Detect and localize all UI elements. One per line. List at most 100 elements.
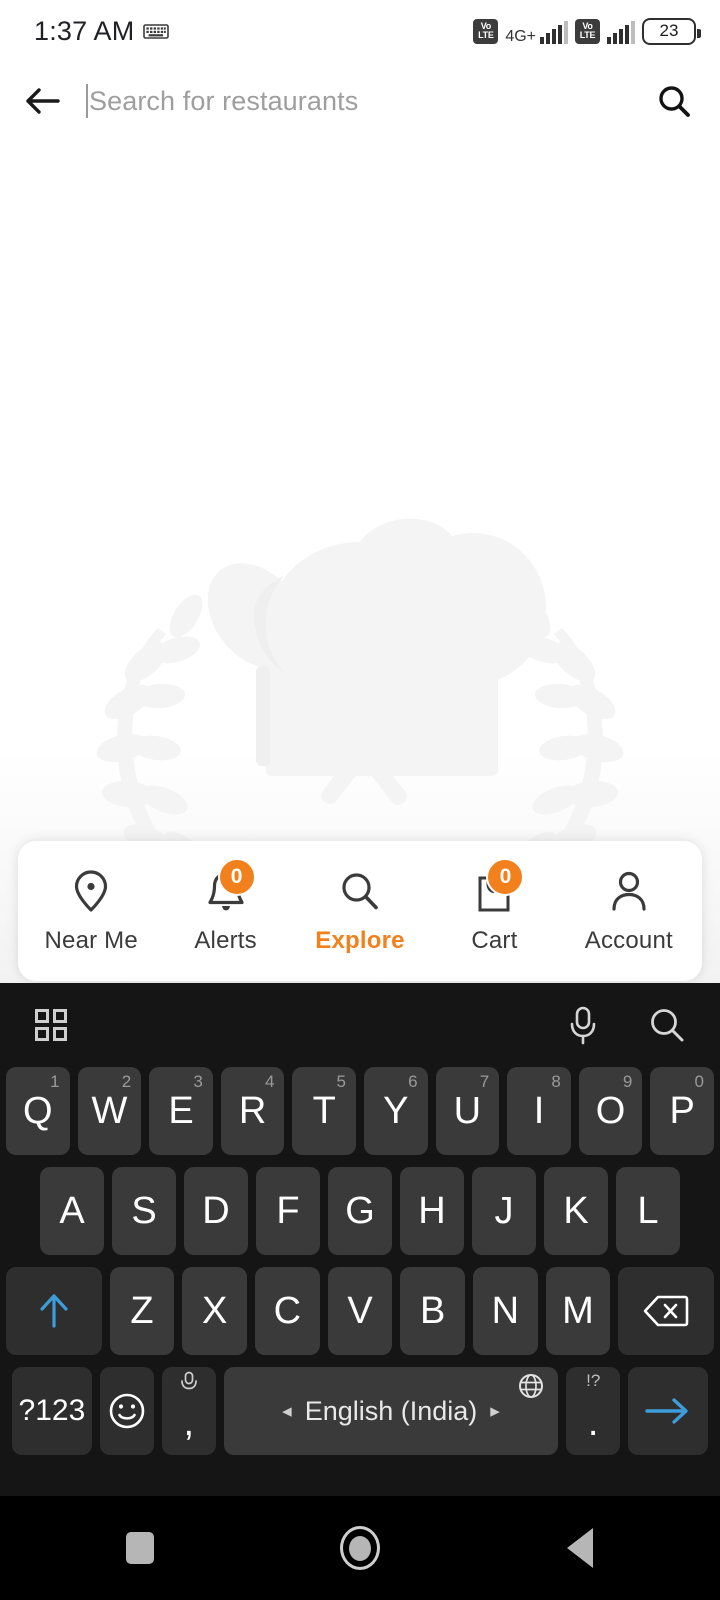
key-d[interactable]: D — [184, 1167, 248, 1255]
android-navigation-bar — [0, 1496, 720, 1600]
shift-up-arrow-icon — [40, 1294, 68, 1328]
backspace-key[interactable] — [618, 1267, 714, 1355]
network-type-label: 4G+ — [505, 27, 536, 45]
key-a[interactable]: A — [40, 1167, 104, 1255]
key-k[interactable]: K — [544, 1167, 608, 1255]
key-label: C — [273, 1289, 302, 1332]
person-icon — [612, 871, 646, 911]
key-label: D — [202, 1189, 230, 1232]
microphone-icon — [570, 1006, 596, 1045]
emoji-key[interactable] — [99, 1367, 154, 1455]
nav-item-cart[interactable]: 0 Cart — [427, 841, 561, 981]
key-c[interactable]: C — [255, 1267, 320, 1355]
nav-label-cart: Cart — [471, 926, 518, 954]
key-x[interactable]: X — [182, 1267, 248, 1355]
space-next-arrow[interactable]: ▸ — [490, 1400, 500, 1423]
space-prev-arrow[interactable]: ◂ — [282, 1400, 292, 1423]
nav-item-alerts[interactable]: 0 Alerts — [158, 841, 292, 981]
enter-arrow-icon — [645, 1398, 688, 1424]
key-t[interactable]: 5 T — [292, 1067, 356, 1155]
key-v[interactable]: V — [327, 1267, 393, 1355]
battery-percent: 23 — [659, 21, 679, 40]
home-circle-icon — [340, 1526, 380, 1570]
recents-button[interactable] — [105, 1513, 175, 1583]
keyboard-search-button[interactable] — [648, 1006, 686, 1044]
key-l[interactable]: L — [616, 1167, 680, 1255]
key-hint: 6 — [408, 1072, 418, 1091]
key-hint: 1 — [50, 1072, 60, 1091]
comma-key[interactable]: , — [161, 1367, 216, 1455]
app-screen: 1:37 AM Vo LTE 4G+ Vo LTE 23 Search for … — [0, 0, 720, 1600]
nav-label-explore: Explore — [315, 926, 405, 954]
signal-bars-sim2-icon — [607, 19, 635, 44]
key-hint: 7 — [479, 1072, 490, 1091]
cart-badge: 0 — [486, 857, 525, 896]
bottom-navigation-bar: Near Me 0 Alerts Explore 0 Cart Account — [18, 841, 702, 981]
symbols-key[interactable]: ?123 — [12, 1367, 92, 1455]
back-button[interactable] — [0, 85, 86, 117]
search-icon — [659, 86, 690, 117]
back-triangle-icon — [567, 1528, 593, 1568]
key-m[interactable]: M — [545, 1267, 611, 1355]
key-o[interactable]: 9 O — [578, 1067, 643, 1155]
key-label: W — [91, 1089, 128, 1132]
keyboard-toolbar — [0, 983, 720, 1067]
keyboard-toolbar-right — [566, 1005, 686, 1045]
key-j[interactable]: J — [472, 1167, 536, 1255]
key-e[interactable]: 3 E — [149, 1067, 213, 1155]
space-key[interactable]: ◂ English (India) ▸ — [223, 1367, 559, 1455]
key-n[interactable]: N — [472, 1267, 538, 1355]
key-z[interactable]: Z — [109, 1267, 175, 1355]
search-input[interactable]: Search for restaurants — [86, 84, 628, 118]
key-u[interactable]: 7 U — [435, 1067, 500, 1155]
battery-icon: 23 — [642, 17, 701, 45]
space-label-wrap: ◂ English (India) ▸ — [282, 1396, 500, 1427]
key-r[interactable]: 4 R — [220, 1067, 285, 1155]
key-label: P — [669, 1089, 695, 1132]
key-label: I — [533, 1089, 545, 1132]
search-placeholder: Search for restaurants — [89, 85, 359, 116]
nav-item-near-me[interactable]: Near Me — [24, 841, 158, 981]
text-caret — [86, 84, 88, 118]
key-f[interactable]: F — [256, 1167, 320, 1255]
key-label: R — [238, 1089, 267, 1132]
location-pin-icon — [75, 869, 108, 912]
key-hint: 8 — [551, 1072, 561, 1091]
search-icon — [342, 872, 378, 909]
keyboard-row-4: ?123 , ◂ English (India) ▸ !? . — [6, 1367, 714, 1455]
network-type-wrap: 4G+ — [505, 27, 536, 45]
key-label: H — [418, 1189, 446, 1232]
search-submit-button[interactable] — [628, 83, 720, 119]
key-hint: 0 — [694, 1072, 704, 1091]
home-button[interactable] — [325, 1513, 395, 1583]
back-button[interactable] — [545, 1513, 615, 1583]
keyboard-apps-button[interactable] — [34, 1008, 68, 1042]
nav-icon-wrap-near-me — [63, 868, 119, 914]
signal-bars-sim1-icon — [540, 19, 568, 44]
period-key[interactable]: !? . — [566, 1367, 621, 1455]
key-b[interactable]: B — [400, 1267, 465, 1355]
nav-icon-wrap-account — [601, 868, 657, 914]
key-label: B — [419, 1289, 446, 1332]
key-label: N — [491, 1289, 520, 1332]
nav-item-explore[interactable]: Explore — [293, 841, 427, 981]
nav-label-alerts: Alerts — [194, 926, 257, 954]
key-w[interactable]: 2 W — [77, 1067, 142, 1155]
key-y[interactable]: 6 Y — [364, 1067, 428, 1155]
key-label: E — [168, 1089, 194, 1132]
key-p[interactable]: 0 P — [650, 1067, 714, 1155]
key-i[interactable]: 8 I — [507, 1067, 571, 1155]
key-label: M — [562, 1289, 594, 1332]
recents-square-icon — [126, 1532, 154, 1564]
key-g[interactable]: G — [328, 1167, 392, 1255]
key-s[interactable]: S — [112, 1167, 176, 1255]
keyboard-voice-button[interactable] — [566, 1005, 600, 1045]
volte-sim2-bottom: LTE — [579, 30, 596, 40]
key-q[interactable]: 1 Q — [6, 1067, 70, 1155]
nav-item-account[interactable]: Account — [562, 841, 696, 981]
enter-key[interactable] — [628, 1367, 709, 1455]
key-label: U — [453, 1089, 482, 1132]
shift-key[interactable] — [6, 1267, 102, 1355]
key-h[interactable]: H — [400, 1167, 464, 1255]
key-hint: 9 — [622, 1072, 633, 1091]
